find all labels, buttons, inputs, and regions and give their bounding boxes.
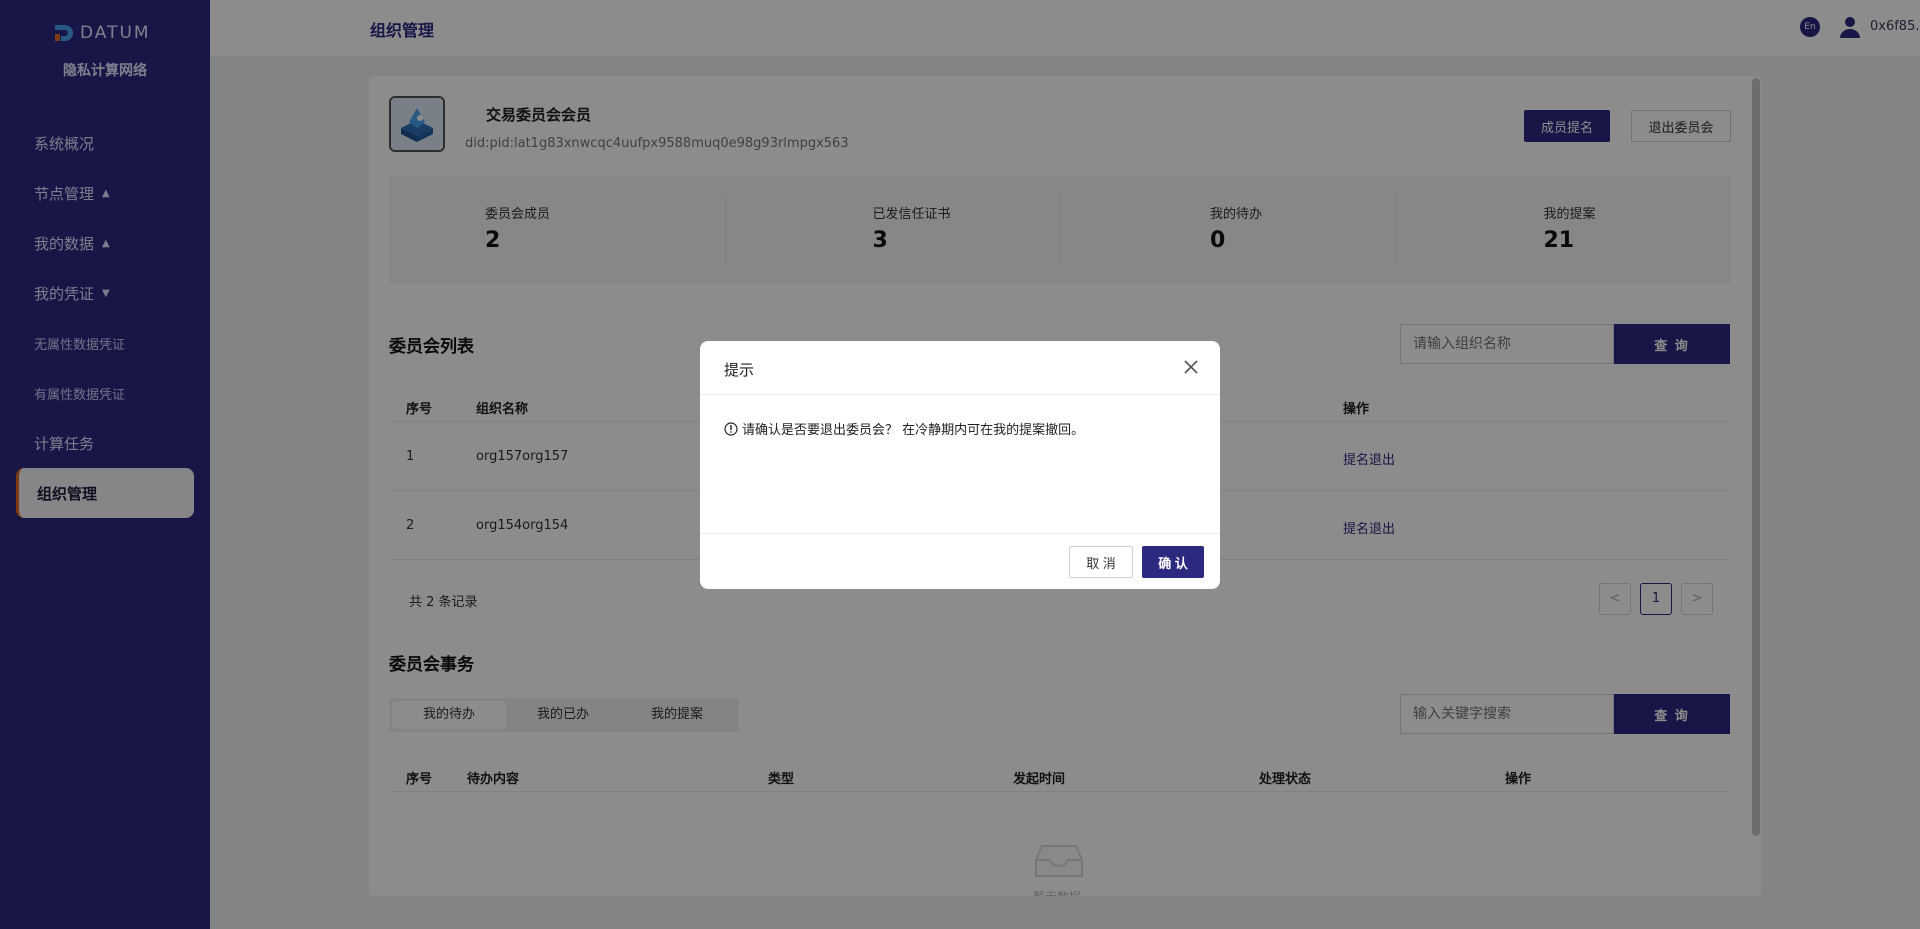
confirm-dialog: 提示 请确认是否要退出委员会？ 在冷静期内可在我的提案撤回。 取 消 确 认 xyxy=(700,341,1220,589)
close-icon[interactable] xyxy=(1182,358,1200,376)
cancel-button[interactable]: 取 消 xyxy=(1069,546,1133,578)
dialog-body: 请确认是否要退出委员会？ 在冷静期内可在我的提案撤回。 xyxy=(700,395,1220,534)
dialog-message-text: 请确认是否要退出委员会？ 在冷静期内可在我的提案撤回。 xyxy=(742,423,1085,438)
confirm-button[interactable]: 确 认 xyxy=(1142,546,1204,578)
info-circle-icon xyxy=(724,421,738,436)
dialog-header: 提示 xyxy=(700,341,1220,395)
dialog-title: 提示 xyxy=(724,361,755,379)
dialog-message: 请确认是否要退出委员会？ 在冷静期内可在我的提案撤回。 xyxy=(724,419,1084,438)
